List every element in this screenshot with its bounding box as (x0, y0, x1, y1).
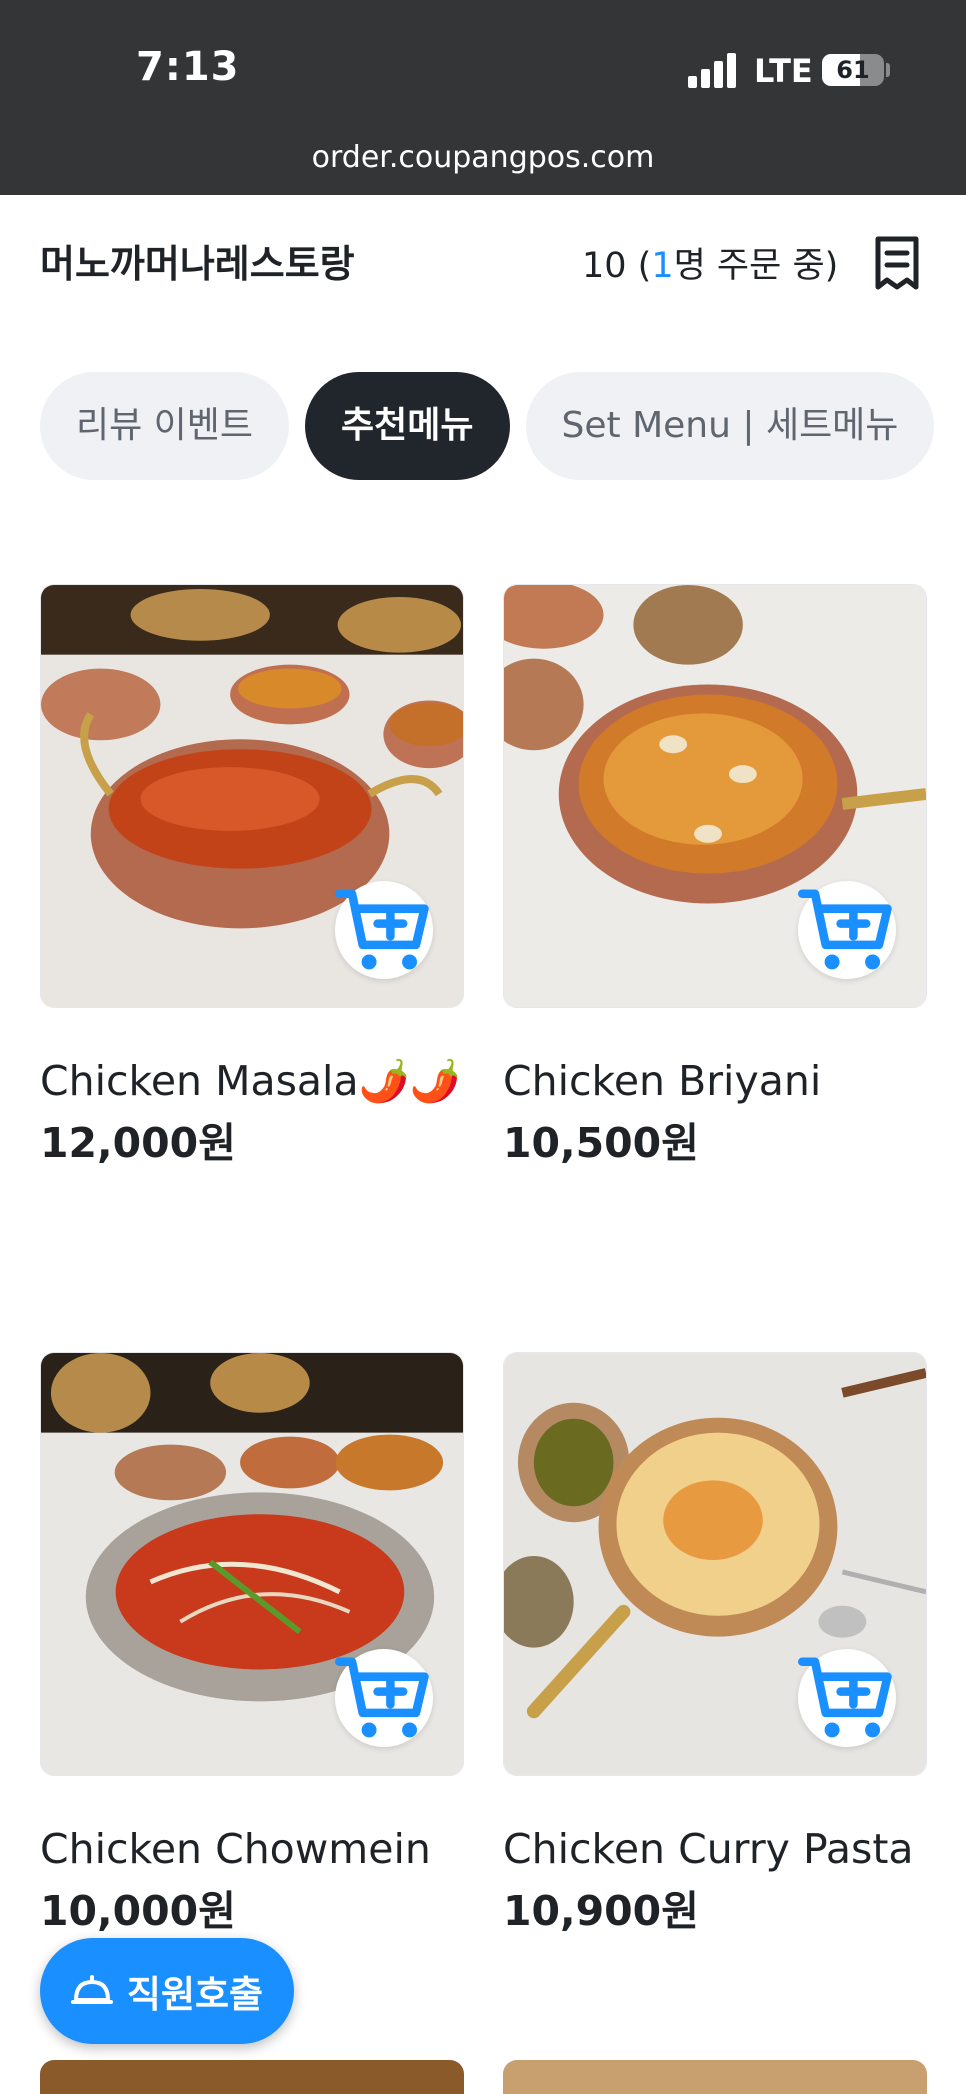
status-bar: 7:13 LTE 61 order.coupangpos.com (0, 0, 966, 195)
food-image[interactable] (40, 584, 464, 1008)
menu-card-chicken-briyani[interactable]: Chicken Briyani 10,500원 (503, 584, 927, 1176)
table-number: 10 ( (582, 246, 652, 286)
table-order-status: 10 (1명 주문 중) (582, 237, 838, 288)
menu-card-chicken-curry-pasta[interactable]: Chicken Curry Pasta 10,900원 (503, 1352, 927, 1944)
menu-item-name: Chicken Masala🌶️🌶️ (40, 1057, 461, 1105)
menu-item-name: Chicken Chowmein (40, 1825, 431, 1873)
food-image[interactable] (503, 1352, 927, 1776)
menu-item-name: Chicken Curry Pasta (503, 1825, 914, 1873)
restaurant-name: 머노까머나레스토랑 (40, 242, 355, 286)
battery-level: 61 (836, 56, 870, 84)
menu-item-price: 10,500원 (503, 1119, 699, 1167)
bell-icon (70, 1975, 113, 2004)
tab-set-menu[interactable]: Set Menu | 세트메뉴 (525, 372, 935, 480)
status-time: 7:13 (136, 44, 240, 90)
food-image[interactable] (503, 584, 927, 1008)
url-bar[interactable]: order.coupangpos.com (0, 140, 966, 175)
battery-tip (886, 63, 890, 77)
call-staff-button[interactable]: 직원호출 (40, 1938, 294, 2044)
menu-item-price: 10,900원 (503, 1887, 699, 1935)
ordering-suffix: 명 주문 중) (673, 246, 839, 286)
network-type: LTE (754, 52, 813, 90)
page-header: 머노까머나레스토랑 10 (1명 주문 중) (0, 195, 966, 325)
tab-recommended-menu[interactable]: 추천메뉴 (305, 372, 510, 480)
signal-icon (688, 52, 736, 88)
add-to-cart-button[interactable] (335, 881, 433, 979)
add-to-cart-button[interactable] (798, 1649, 896, 1747)
call-staff-label: 직원호출 (126, 1973, 264, 2016)
menu-card-chicken-masala[interactable]: Chicken Masala🌶️🌶️ 12,000원 (40, 584, 464, 1176)
people-count: 1 (651, 246, 674, 286)
menu-item-price: 10,000원 (40, 1887, 236, 1935)
next-row-image-partial (503, 2060, 927, 2094)
battery-icon: 61 (822, 54, 884, 86)
category-tabs: 리뷰 이벤트 추천메뉴 Set Menu | 세트메뉴 (40, 372, 966, 480)
add-to-cart-button[interactable] (335, 1649, 433, 1747)
menu-item-name: Chicken Briyani (503, 1057, 822, 1105)
cart-add-icon (335, 889, 429, 970)
cart-add-icon (798, 1657, 892, 1738)
food-image[interactable] (40, 1352, 464, 1776)
cart-add-icon (335, 1657, 429, 1738)
menu-card-chicken-chowmein[interactable]: Chicken Chowmein 10,000원 (40, 1352, 464, 1944)
cart-add-icon (798, 889, 892, 970)
tab-review-event[interactable]: 리뷰 이벤트 (40, 372, 290, 480)
next-row-image-partial (40, 2060, 464, 2094)
add-to-cart-button[interactable] (798, 881, 896, 979)
receipt-icon[interactable] (872, 235, 922, 291)
menu-item-price: 12,000원 (40, 1119, 236, 1167)
